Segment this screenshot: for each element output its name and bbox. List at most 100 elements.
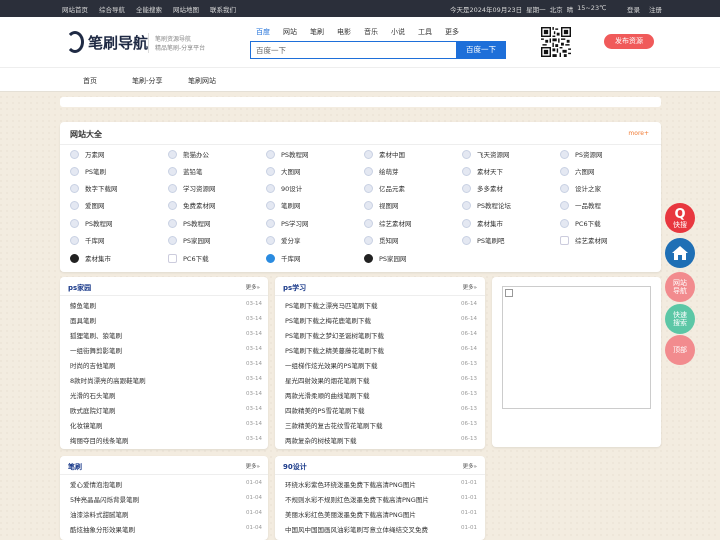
search-tab-site[interactable]: 网站 [283, 27, 297, 37]
search-tab-baidu[interactable]: 百度 [256, 27, 270, 37]
search-tab-novel[interactable]: 小说 [391, 27, 405, 37]
site-link[interactable]: 素材天下 [462, 166, 503, 176]
search-tab-movie[interactable]: 电影 [337, 27, 351, 37]
search-tab-more[interactable]: 更多 [445, 27, 459, 37]
site-link[interactable]: 千库网 [70, 235, 105, 245]
list-item[interactable]: 不规则水彩不规则红色泼墨免费下载高清PNG图片 [285, 494, 429, 504]
float-site-nav-button[interactable]: 网站 导航 [665, 272, 695, 302]
site-link[interactable]: 90设计 [266, 183, 302, 193]
site-link[interactable]: 学习资源网 [168, 183, 216, 193]
site-link[interactable]: 大图网 [266, 166, 301, 176]
site-link[interactable]: 综艺素材网 [560, 235, 608, 245]
site-link[interactable]: 爱分享 [266, 235, 301, 245]
list-panel-more-link[interactable]: 更多» [246, 283, 260, 291]
top-link-search[interactable]: 全能搜索 [136, 4, 162, 14]
site-link[interactable]: PS资源网 [560, 149, 603, 159]
site-link[interactable]: 万素网 [70, 149, 105, 159]
site-link[interactable]: 笔刷网 [266, 200, 301, 210]
site-link[interactable]: 多多素材 [462, 183, 503, 193]
site-link[interactable]: PC6下载 [168, 253, 209, 263]
top-link-contact[interactable]: 联系我们 [210, 4, 236, 14]
list-item[interactable]: 中国风中国国画风油彩笔刷写意立体绳结交叉免费 [285, 524, 428, 534]
site-link[interactable]: 熊猫办公 [168, 149, 209, 159]
site-link[interactable]: 觅知网 [364, 235, 399, 245]
list-panel-title[interactable]: 笔刷 [68, 462, 82, 472]
site-link[interactable]: PS教程网 [266, 149, 309, 159]
list-item[interactable]: 四款精美的PS雪花笔刷下载 [285, 405, 365, 415]
site-link[interactable]: 爱图网 [70, 200, 105, 210]
list-item[interactable]: 5种亮晶晶闪烁背景笔刷 [70, 494, 139, 504]
site-link[interactable]: PS笔刷 [70, 166, 106, 176]
site-link[interactable]: 综艺素材网 [364, 218, 412, 228]
site-link[interactable]: PS家园网 [364, 253, 407, 263]
list-item[interactable]: 两款光滑柔顺的曲线笔刷下载 [285, 390, 370, 400]
list-panel-more-link[interactable]: 更多» [463, 462, 477, 470]
list-item[interactable]: PS笔刷下载之梦幻圣诞树笔刷下载 [285, 330, 384, 340]
logo-icon[interactable] [66, 31, 84, 53]
site-link[interactable]: 千库网 [266, 253, 301, 263]
site-link[interactable]: PS学习网 [266, 218, 309, 228]
list-item[interactable]: 三款精美的复古花纹雪花笔刷下载 [285, 420, 383, 430]
site-link[interactable]: PS教程网 [70, 218, 113, 228]
site-link[interactable]: 素材集市 [70, 253, 111, 263]
list-item[interactable]: 绚丽夺目的线条笔刷 [70, 435, 129, 445]
site-link[interactable]: PS笔刷吧 [462, 235, 505, 245]
list-item[interactable]: 一组梯作炫光效果的PS笔刷下载 [285, 360, 378, 370]
publish-button[interactable]: 发布资源 [604, 34, 654, 49]
list-item[interactable]: PS笔刷下载之精美蔓藤花笔刷下载 [285, 345, 384, 355]
list-panel-more-link[interactable]: 更多» [246, 462, 260, 470]
list-item[interactable]: 油漆涂料式甜腻笔刷 [70, 509, 129, 519]
search-tab-tools[interactable]: 工具 [418, 27, 432, 37]
site-link[interactable]: PS教程网 [168, 218, 211, 228]
site-link[interactable]: 素材中国 [364, 149, 405, 159]
search-input[interactable]: 百度一下 [250, 41, 456, 59]
list-item[interactable]: 时尚的吉他笔刷 [70, 360, 116, 370]
site-link[interactable]: 一品教程 [560, 200, 601, 210]
register-link[interactable]: 注册 [649, 4, 662, 14]
search-tab-music[interactable]: 音乐 [364, 27, 378, 37]
site-link[interactable]: PS教程论坛 [462, 200, 511, 210]
site-link[interactable]: 亿品元素 [364, 183, 405, 193]
list-item[interactable]: 狐狸笔刷、狼笔刷 [70, 330, 122, 340]
float-quick-search-button[interactable]: Q 快搜 [665, 203, 695, 233]
list-item[interactable]: 光滑的石头笔刷 [70, 390, 116, 400]
list-panel-title[interactable]: ps家园 [68, 283, 91, 293]
site-link[interactable]: 设计之家 [560, 183, 601, 193]
list-item[interactable]: 面具笔刷 [70, 315, 96, 325]
site-link[interactable]: PS家园网 [168, 235, 211, 245]
list-panel-more-link[interactable]: 更多» [463, 283, 477, 291]
list-item[interactable]: 酷炫抽象分形效果笔刷 [70, 524, 135, 534]
list-panel-title[interactable]: ps学习 [283, 283, 306, 293]
ad-image[interactable] [502, 286, 651, 409]
float-fast-search-button[interactable]: 快速 搜索 [665, 304, 695, 334]
list-item[interactable]: PS笔刷下载之梅花鹿笔刷下载 [285, 315, 371, 325]
site-link[interactable]: 绘萌芽 [364, 166, 399, 176]
list-item[interactable]: 8款时尚漂亮的高跟鞋笔刷 [70, 375, 146, 385]
list-item[interactable]: 爱心爱情泡泡笔刷 [70, 479, 122, 489]
site-link[interactable]: 素材集市 [462, 218, 503, 228]
top-link-nav[interactable]: 综合导航 [99, 4, 125, 14]
logo-text[interactable]: 笔刷导航 [88, 32, 148, 53]
top-link-sitemap[interactable]: 网站地图 [173, 4, 199, 14]
site-link[interactable]: 视图网 [364, 200, 399, 210]
site-link[interactable]: PC6下载 [560, 218, 601, 228]
nav-item-sites[interactable]: 笔刷网站 [188, 76, 216, 86]
site-link[interactable]: 免费素材网 [168, 200, 216, 210]
nav-item-home[interactable]: 首页 [83, 76, 97, 86]
login-link[interactable]: 登录 [627, 4, 640, 14]
list-panel-title[interactable]: 90设计 [283, 462, 307, 472]
site-link[interactable]: 飞天资源网 [462, 149, 510, 159]
site-link[interactable]: 数字下载网 [70, 183, 118, 193]
site-link[interactable]: 蓝铅笔 [168, 166, 203, 176]
list-item[interactable]: 星光四射效果的烟花笔刷下载 [285, 375, 370, 385]
list-item[interactable]: 一组街舞剪影笔刷 [70, 345, 122, 355]
list-item[interactable]: 欧式庭院灯笔刷 [70, 405, 116, 415]
list-item[interactable]: 鲸鱼笔刷 [70, 300, 96, 310]
nav-item-share[interactable]: 笔刷-分享 [132, 76, 163, 86]
float-home-button[interactable] [665, 238, 695, 268]
site-panel-more-link[interactable]: more+ [628, 130, 649, 137]
list-item[interactable]: PS笔刷下载之漂亮马匹笔刷下载 [285, 300, 378, 310]
list-item[interactable]: 两款复杂的树枝笔刷下载 [285, 435, 357, 445]
site-link[interactable]: 六图网 [560, 166, 595, 176]
list-item[interactable]: 美丽水彩红色美丽泼墨免费下载高清PNG图片 [285, 509, 416, 519]
